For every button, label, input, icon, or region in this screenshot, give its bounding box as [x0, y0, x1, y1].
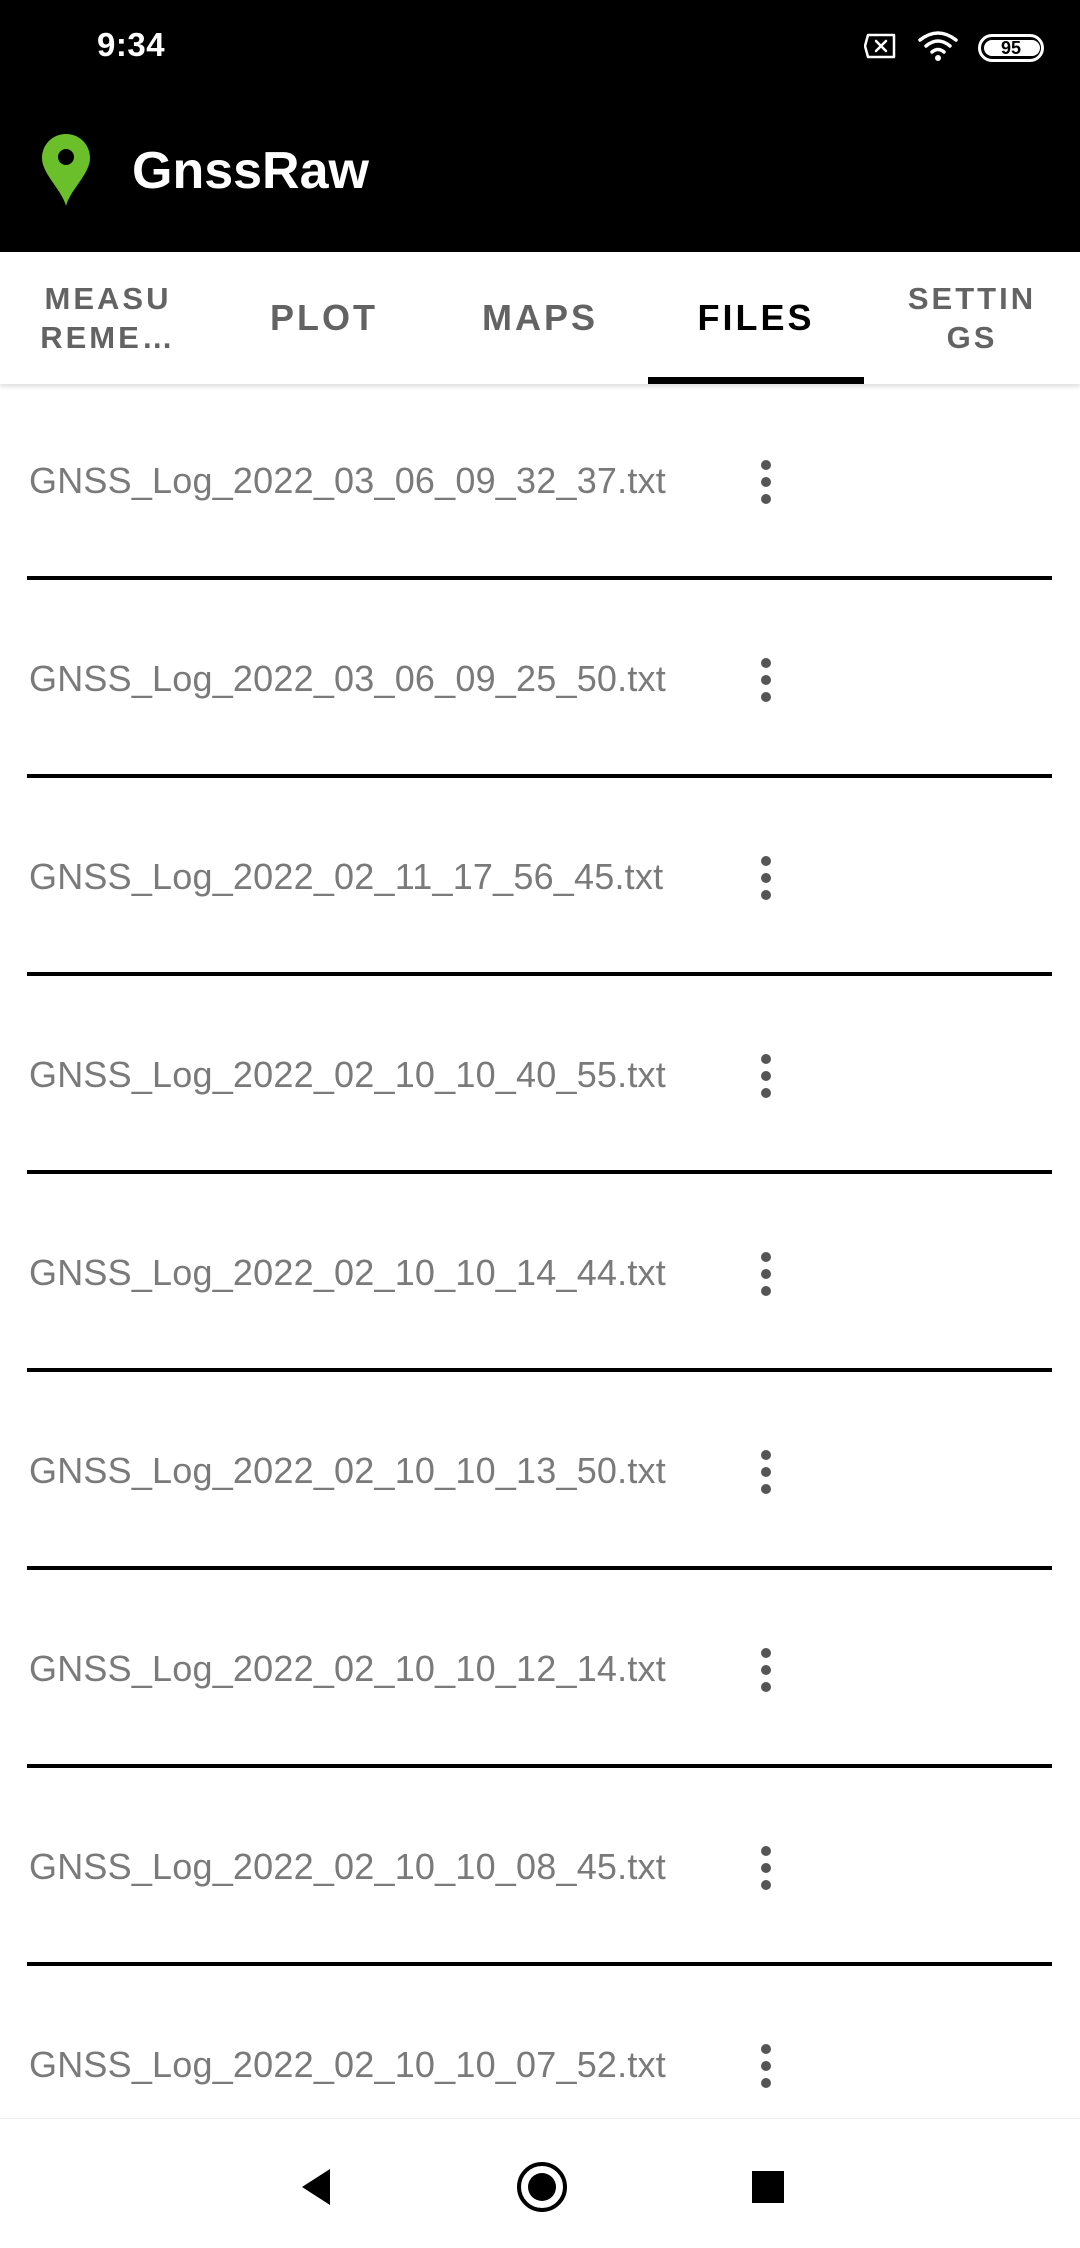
divider: [27, 576, 1052, 580]
status-icons: 95: [863, 30, 1044, 67]
back-icon[interactable]: [288, 2159, 344, 2215]
more-vertical-icon[interactable]: [746, 850, 786, 906]
tab-measurements[interactable]: MEASU REME…: [0, 252, 216, 384]
wifi-icon: [918, 30, 958, 67]
tab-label: MEASU REME…: [40, 281, 176, 355]
list-item[interactable]: GNSS_Log_2022_02_10_10_12_14.txt: [0, 1572, 1080, 1770]
battery-icon: 95: [978, 34, 1044, 62]
divider: [27, 972, 1052, 976]
tab-label: MAPS: [481, 297, 598, 338]
tab-files[interactable]: FILES: [648, 252, 864, 384]
divider: [27, 774, 1052, 778]
file-name: GNSS_Log_2022_03_06_09_25_50.txt: [29, 658, 666, 699]
app-bar: GnssRaw: [0, 96, 1080, 252]
tab-label: SETTIN GS: [907, 281, 1037, 355]
sim-x-icon: [863, 32, 898, 65]
tab-bar: MEASU REME… PLOT MAPS FILES SETTIN GS: [0, 252, 1080, 384]
list-item[interactable]: GNSS_Log_2022_02_10_10_14_44.txt: [0, 1176, 1080, 1374]
file-name: GNSS_Log_2022_02_10_10_14_44.txt: [29, 1252, 666, 1293]
file-name: GNSS_Log_2022_02_10_10_12_14.txt: [29, 1648, 666, 1689]
list-item[interactable]: GNSS_Log_2022_02_10_10_40_55.txt: [0, 978, 1080, 1176]
more-vertical-icon[interactable]: [746, 1246, 786, 1302]
divider: [27, 1962, 1052, 1966]
navigation-bar: [0, 2118, 1080, 2248]
status-bar: 9:34 95: [0, 0, 1080, 96]
file-name: GNSS_Log_2022_02_10_10_07_52.txt: [29, 2044, 666, 2085]
app-root: 9:34 95 GnssRaw MEASU REME… PLOT MAPS FI…: [0, 0, 1080, 2248]
app-title: GnssRaw: [132, 142, 369, 200]
more-vertical-icon[interactable]: [746, 1840, 786, 1896]
more-vertical-icon[interactable]: [746, 1048, 786, 1104]
more-vertical-icon[interactable]: [746, 2038, 786, 2094]
more-vertical-icon[interactable]: [746, 652, 786, 708]
more-vertical-icon[interactable]: [746, 1642, 786, 1698]
recents-icon[interactable]: [740, 2159, 796, 2215]
tab-maps[interactable]: MAPS: [432, 252, 648, 384]
tab-settings[interactable]: SETTIN GS: [864, 252, 1080, 384]
file-list: GNSS_Log_2022_03_06_09_32_37.txt GNSS_Lo…: [0, 384, 1080, 2166]
battery-level: 95: [1000, 37, 1022, 58]
file-name: GNSS_Log_2022_03_06_09_32_37.txt: [29, 460, 666, 501]
more-vertical-icon[interactable]: [746, 1444, 786, 1500]
divider: [27, 1764, 1052, 1768]
list-item[interactable]: GNSS_Log_2022_02_10_10_08_45.txt: [0, 1770, 1080, 1968]
divider: [27, 1368, 1052, 1372]
status-time: 9:34: [97, 26, 166, 63]
divider: [27, 1566, 1052, 1570]
tab-label: PLOT: [270, 297, 378, 338]
tab-label: FILES: [697, 297, 815, 338]
list-item[interactable]: GNSS_Log_2022_02_10_10_13_50.txt: [0, 1374, 1080, 1572]
home-icon[interactable]: [514, 2159, 570, 2215]
map-pin-icon: [40, 132, 92, 208]
file-name: GNSS_Log_2022_02_10_10_08_45.txt: [29, 1846, 666, 1887]
divider: [27, 1170, 1052, 1174]
list-item[interactable]: GNSS_Log_2022_03_06_09_32_37.txt: [0, 384, 1080, 582]
file-name: GNSS_Log_2022_02_11_17_56_45.txt: [29, 856, 664, 897]
file-name: GNSS_Log_2022_02_10_10_13_50.txt: [29, 1450, 666, 1491]
file-name: GNSS_Log_2022_02_10_10_40_55.txt: [29, 1054, 666, 1095]
tab-plot[interactable]: PLOT: [216, 252, 432, 384]
list-item[interactable]: GNSS_Log_2022_03_06_09_25_50.txt: [0, 582, 1080, 780]
list-item[interactable]: GNSS_Log_2022_02_11_17_56_45.txt: [0, 780, 1080, 978]
more-vertical-icon[interactable]: [746, 454, 786, 510]
